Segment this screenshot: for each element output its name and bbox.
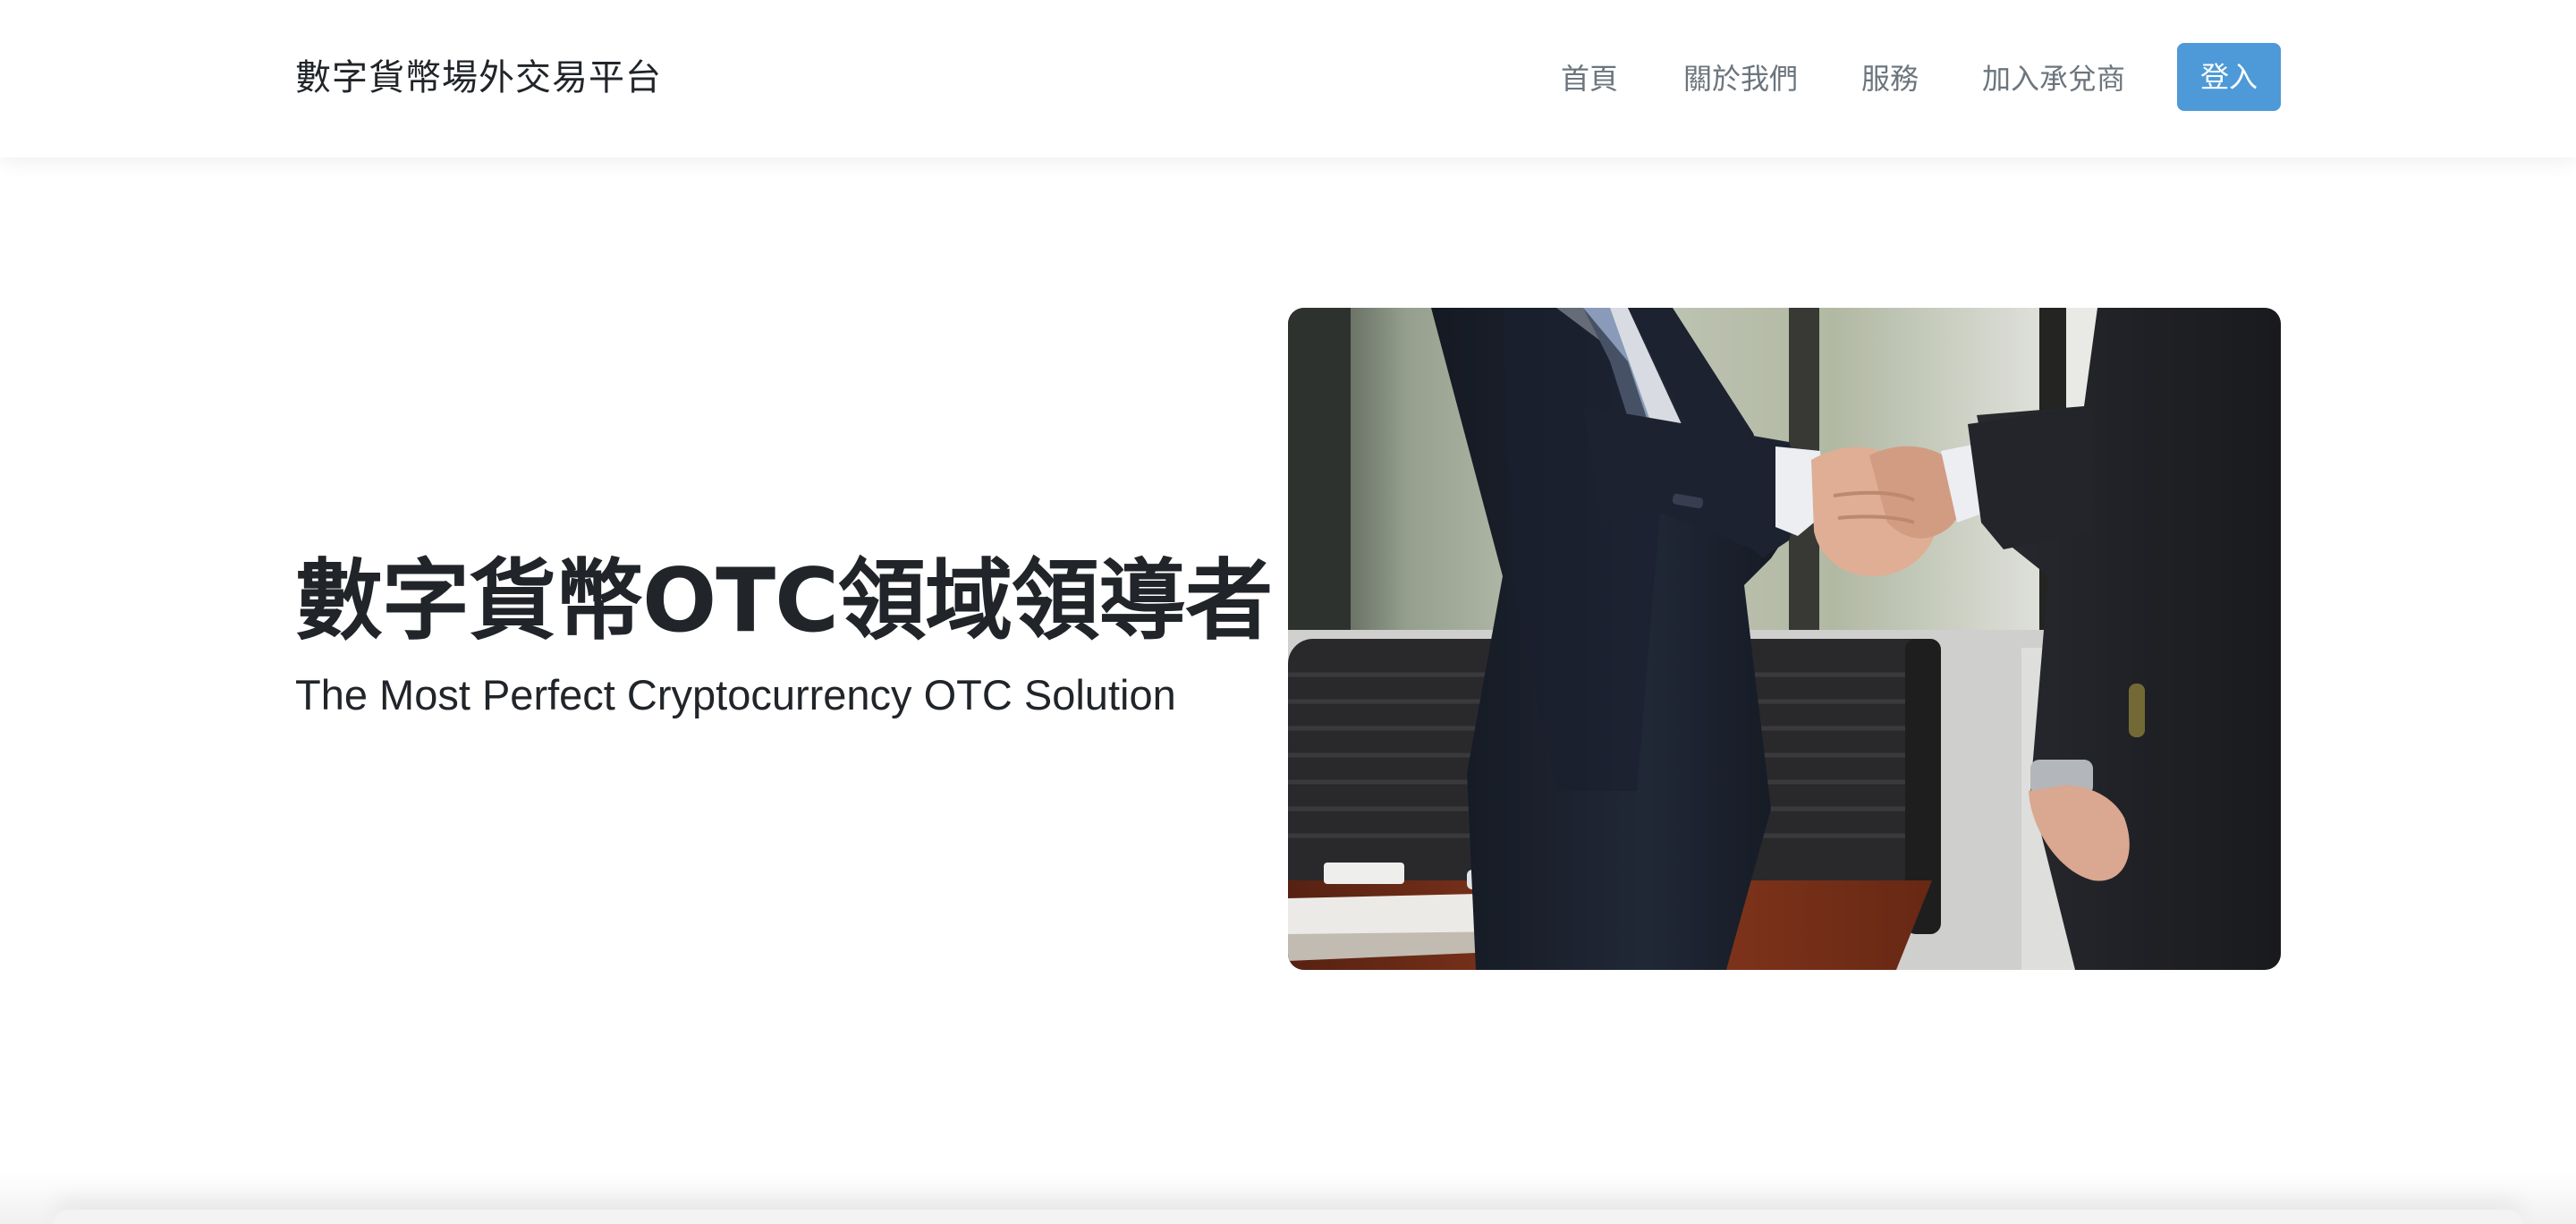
hero-subtitle: The Most Perfect Cryptocurrency OTC Solu…: [295, 671, 1176, 718]
nav-about-link[interactable]: 關於我們: [1683, 59, 1798, 98]
nav-services-link[interactable]: 服務: [1861, 59, 1919, 98]
hero-handshake-image: [1288, 308, 2281, 970]
brand-logo-text[interactable]: 數字貨幣場外交易平台: [295, 55, 662, 100]
handshake-illustration: [1288, 308, 2281, 970]
nav-join-merchant-link[interactable]: 加入承兌商: [1982, 59, 2125, 98]
login-button[interactable]: 登入: [2177, 43, 2281, 111]
nav-home-link[interactable]: 首頁: [1561, 59, 1618, 98]
hero-title: 數字貨幣OTC領域領導者: [295, 550, 1273, 652]
navbar: 數字貨幣場外交易平台 首頁 關於我們 服務 加入承兌商 登入: [0, 0, 2576, 157]
next-section-edge: [54, 1210, 2522, 1224]
